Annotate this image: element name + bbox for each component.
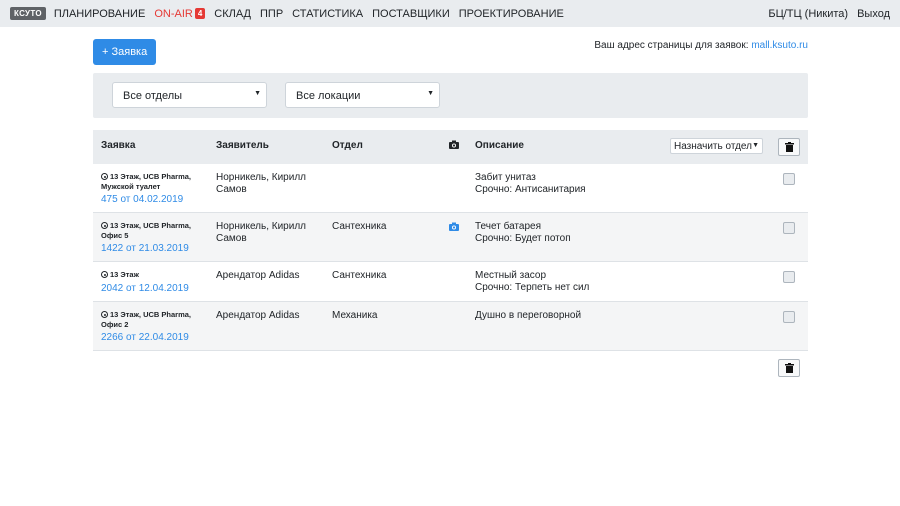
departments-select-value: Все отделы	[123, 90, 183, 102]
row-department: Сантехника	[332, 270, 387, 281]
table-row[interactable]: 13 Этаж, UCB Pharma, Офис 5 1422 от 21.0…	[93, 213, 808, 262]
row-department: Механика	[332, 310, 378, 321]
locations-select-value: Все локации	[296, 90, 361, 102]
row-location: 13 Этаж, UCB Pharma, Офис 5	[101, 221, 192, 240]
nav-ppr[interactable]: ППР	[260, 8, 283, 20]
row-checkbox[interactable]	[783, 173, 795, 185]
request-number-link[interactable]: 2042 от 12.04.2019	[101, 283, 189, 295]
assign-department-label: Назначить отдел	[674, 141, 752, 152]
camera-icon	[449, 140, 459, 152]
nav-left: КСУТО ПЛАНИРОВАНИЕ ON-AIR 4 СКЛАД ППР СТ…	[10, 7, 573, 20]
requests-table: Заявка Заявитель Отдел Описание Назначит…	[93, 130, 808, 381]
row-urgency: Срочно: Антисанитария	[475, 184, 586, 195]
location-pin-icon	[101, 173, 108, 180]
chevron-down-icon: ▼	[254, 90, 261, 97]
app-logo[interactable]: КСУТО	[10, 7, 46, 20]
on-air-badge: 4	[194, 8, 206, 19]
table-row[interactable]: 13 Этаж 2042 от 12.04.2019 Арендатор Adi…	[93, 262, 808, 302]
user-menu[interactable]: БЦ/ТЦ (Никита)	[768, 8, 848, 20]
row-checkbox[interactable]	[783, 271, 795, 283]
row-description: Забит унитаз	[475, 172, 536, 183]
row-description: Течет батарея	[475, 221, 541, 232]
row-urgency: Срочно: Терпеть нет сил	[475, 282, 590, 293]
address-info: Ваш адрес страницы для заявок: mall.ksut…	[594, 40, 808, 51]
header-department: Отдел	[332, 140, 363, 151]
row-description: Душно в переговорной	[475, 310, 582, 321]
row-checkbox[interactable]	[783, 311, 795, 323]
trash-icon	[784, 142, 794, 152]
row-location: 13 Этаж, UCB Pharma, Офис 2	[101, 310, 192, 329]
table-footer	[93, 351, 808, 381]
departments-select[interactable]: Все отделы ▼	[112, 82, 267, 108]
request-number-link[interactable]: 1422 от 21.03.2019	[101, 243, 189, 255]
nav-warehouse[interactable]: СКЛАД	[214, 8, 251, 20]
locations-select[interactable]: Все локации ▼	[285, 82, 440, 108]
row-applicant: Арендатор Adidas	[216, 270, 300, 281]
table-header: Заявка Заявитель Отдел Описание Назначит…	[93, 130, 808, 164]
row-description: Местный засор	[475, 270, 547, 281]
address-link[interactable]: mall.ksuto.ru	[751, 40, 808, 51]
filter-bar: Все отделы ▼ Все локации ▼	[93, 73, 808, 118]
row-urgency: Срочно: Будет потоп	[475, 233, 571, 244]
location-pin-icon	[101, 271, 108, 278]
nav-right: БЦ/ТЦ (Никита) Выход	[759, 8, 890, 20]
request-number-link[interactable]: 475 от 04.02.2019	[101, 194, 183, 206]
nav-suppliers[interactable]: ПОСТАВЩИКИ	[372, 8, 450, 20]
row-applicant: Норникель, Кирилл Самов	[216, 221, 306, 244]
address-label: Ваш адрес страницы для заявок:	[594, 40, 749, 51]
row-checkbox[interactable]	[783, 222, 795, 234]
row-location: 13 Этаж	[101, 270, 201, 280]
row-applicant: Арендатор Adidas	[216, 310, 300, 321]
delete-selected-bottom-button[interactable]	[778, 359, 800, 377]
row-applicant: Норникель, Кирилл Самов	[216, 172, 306, 195]
assign-department-select[interactable]: Назначить отдел ▼	[670, 138, 763, 154]
row-department: Сантехника	[332, 221, 387, 232]
actions-bar: + Заявка Ваш адрес страницы для заявок: …	[0, 27, 900, 73]
header-applicant: Заявитель	[216, 140, 269, 151]
location-pin-icon	[101, 222, 108, 229]
request-number-link[interactable]: 2266 от 22.04.2019	[101, 332, 189, 344]
row-location: 13 Этаж, UCB Pharma, Мужской туалет	[101, 172, 192, 191]
header-request: Заявка	[101, 140, 136, 151]
nav-on-air-label: ON-AIR	[154, 7, 193, 20]
trash-icon	[784, 363, 794, 373]
chevron-down-icon: ▼	[752, 142, 759, 149]
header-description: Описание	[475, 140, 524, 151]
delete-selected-button[interactable]	[778, 138, 800, 156]
nav-design[interactable]: ПРОЕКТИРОВАНИЕ	[459, 8, 564, 20]
logout-link[interactable]: Выход	[857, 8, 890, 20]
table-row[interactable]: 13 Этаж, UCB Pharma, Мужской туалет 475 …	[93, 164, 808, 213]
nav-statistics[interactable]: СТАТИСТИКА	[292, 8, 363, 20]
chevron-down-icon: ▼	[427, 90, 434, 97]
top-nav: КСУТО ПЛАНИРОВАНИЕ ON-AIR 4 СКЛАД ППР СТ…	[0, 0, 900, 27]
camera-icon[interactable]	[449, 222, 459, 235]
table-row[interactable]: 13 Этаж, UCB Pharma, Офис 2 2266 от 22.0…	[93, 302, 808, 351]
location-pin-icon	[101, 311, 108, 318]
nav-on-air[interactable]: ON-AIR 4	[154, 7, 206, 20]
nav-planning[interactable]: ПЛАНИРОВАНИЕ	[54, 8, 145, 20]
new-request-button[interactable]: + Заявка	[93, 39, 157, 65]
